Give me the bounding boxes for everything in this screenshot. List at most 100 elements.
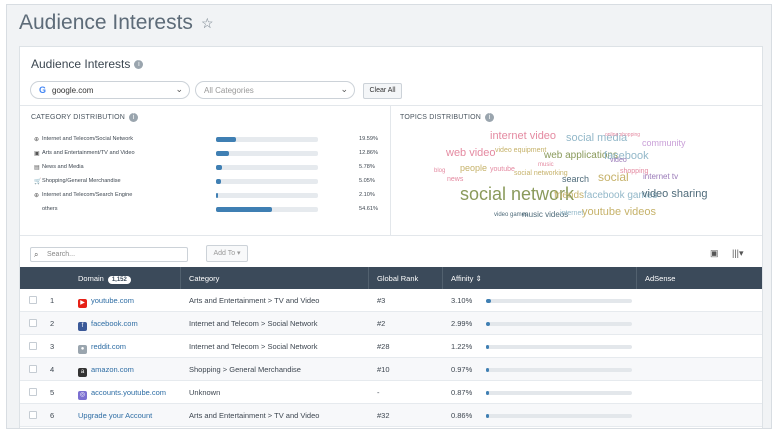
topic-word[interactable]: online shopping	[605, 132, 640, 138]
cart-icon: 🛒	[34, 178, 42, 185]
card-title: Audience Interests i	[31, 57, 144, 71]
page-title-text: Audience Interests	[19, 11, 193, 34]
topic-word[interactable]: video equipment	[495, 147, 546, 154]
topic-word[interactable]: social networking	[514, 170, 568, 177]
topic-word[interactable]: video sharing	[642, 188, 707, 200]
topic-word[interactable]: video	[610, 157, 627, 164]
category-bar-fill	[216, 164, 223, 170]
category-row[interactable]: ▤ News and Media 5.78%	[34, 162, 375, 172]
category-bar-fill	[216, 150, 230, 156]
globe-icon: ⊕	[34, 192, 40, 199]
star-icon[interactable]: ☆	[201, 15, 214, 32]
audience-interests-card: Audience Interests i G google.com ⌄ All …	[19, 46, 763, 428]
category-row[interactable]: others 54.61%	[34, 204, 378, 214]
column-header-affinity[interactable]: Affinity ⇕	[451, 274, 482, 283]
row-checkbox[interactable]	[29, 365, 37, 373]
category-row[interactable]: ▣ Arts and Entertainment/TV and Video 12.8…	[34, 148, 378, 158]
category-cell: Internet and Telecom > Social Network	[189, 319, 318, 328]
search-placeholder: Search...	[47, 251, 76, 258]
table-row[interactable]: 4 a amazon.com Shopping > General Merchandi…	[20, 358, 762, 381]
columns-icon[interactable]: |||▾	[732, 248, 744, 259]
row-checkbox[interactable]	[29, 319, 37, 327]
rank-cell: -	[377, 388, 380, 397]
search-icon: ⌕	[34, 250, 39, 259]
category-select[interactable]: All Categories ⌄	[195, 81, 355, 99]
column-header-rank[interactable]: Global Rank	[377, 274, 418, 283]
domain-cell[interactable]: ● reddit.com	[78, 342, 126, 354]
category-bar	[216, 192, 318, 198]
news-icon: ▤	[34, 164, 40, 171]
table-row[interactable]: 5 ◎ accounts.youtube.com Unknown - 0.87%	[20, 381, 762, 404]
column-header-adsense[interactable]: AdSense	[645, 274, 675, 283]
column-header-domain[interactable]: Domain 1,152	[78, 274, 131, 284]
column-header-domain-label: Domain	[78, 274, 104, 283]
info-icon[interactable]: i	[134, 59, 144, 69]
category-row[interactable]: ⊕ Internet and Telecom/Search Engine 2.10%	[34, 190, 375, 200]
topic-word[interactable]: music	[538, 162, 554, 168]
topic-word[interactable]: people	[460, 163, 487, 173]
topic-word[interactable]: internet	[560, 210, 583, 217]
info-icon[interactable]: i	[485, 113, 495, 122]
affinity-bar	[486, 299, 632, 303]
category-value: 54.61%	[359, 206, 378, 212]
topics-distribution-title-text: TOPICS DISTRIBUTION	[400, 114, 482, 121]
column-header-category[interactable]: Category	[189, 274, 219, 283]
rank-cell: #2	[377, 319, 386, 328]
domain-link[interactable]: youtube.com	[91, 296, 134, 305]
row-checkbox[interactable]	[29, 411, 37, 419]
rank-cell: #3	[377, 296, 386, 305]
topic-word[interactable]: web video	[446, 147, 496, 159]
domain-cell[interactable]: f facebook.com	[78, 319, 138, 331]
row-number: 2	[50, 319, 55, 328]
domain-cell[interactable]: a amazon.com	[78, 365, 134, 377]
topic-word[interactable]: youtube	[490, 166, 515, 173]
table-row[interactable]: 6 Upgrade your Account Arts and Entertainm…	[20, 404, 762, 427]
add-to-button[interactable]: Add To ▾	[206, 245, 248, 262]
row-checkbox[interactable]	[29, 342, 37, 350]
domain-link[interactable]: Upgrade your Account	[78, 411, 152, 420]
rank-cell: #32	[377, 411, 390, 420]
category-bar	[216, 150, 318, 156]
topic-word[interactable]: search	[562, 174, 589, 184]
topic-word[interactable]: community	[642, 138, 686, 148]
row-number: 4	[50, 365, 55, 374]
domain-cell[interactable]: ▶ youtube.com	[78, 296, 134, 308]
row-checkbox[interactable]	[29, 296, 37, 304]
category-row[interactable]: ⊕ Internet and Telecom/Social Network 19.5…	[34, 134, 378, 144]
search-input[interactable]: ⌕ Search...	[30, 247, 188, 262]
topic-word[interactable]: internet tv	[643, 172, 678, 181]
clear-all-button[interactable]: Clear All	[363, 83, 402, 99]
export-icon[interactable]: ▣	[710, 248, 719, 259]
domain-link[interactable]: amazon.com	[91, 365, 134, 374]
domain-cell[interactable]: ◎ accounts.youtube.com	[78, 388, 166, 400]
domain-select[interactable]: G google.com ⌄	[30, 81, 190, 99]
table-row[interactable]: 1 ▶ youtube.com Arts and Entertainment > TV…	[20, 289, 762, 312]
topic-word[interactable]: youtube videos	[582, 206, 656, 218]
affinity-bar-fill	[486, 345, 489, 349]
category-label: others	[42, 206, 58, 212]
affinity-cell: 0.86%	[451, 411, 473, 420]
topic-word[interactable]: friends	[554, 190, 584, 201]
topics-distribution-title: TOPICS DISTRIBUTION i	[400, 113, 495, 122]
category-bar-fill	[216, 178, 222, 184]
domain-cell[interactable]: Upgrade your Account	[78, 411, 152, 420]
category-row[interactable]: 🛒 Shopping/General Merchandise 5.05%	[34, 176, 375, 186]
category-value: 2.10%	[359, 192, 375, 198]
table-row[interactable]: 3 ● reddit.com Internet and Telecom > Socia…	[20, 335, 762, 358]
domain-link[interactable]: facebook.com	[91, 319, 138, 328]
domain-link[interactable]: reddit.com	[91, 342, 126, 351]
domain-link[interactable]: accounts.youtube.com	[91, 388, 166, 397]
table-row[interactable]: 2 f facebook.com Internet and Telecom > Soc…	[20, 312, 762, 335]
globe-icon: ⊕	[34, 136, 40, 143]
chevron-down-icon: ⌄	[175, 84, 183, 94]
topic-word[interactable]: news	[447, 176, 463, 183]
divider	[20, 105, 762, 106]
topic-word[interactable]: blog	[434, 168, 445, 174]
affinity-bar-fill	[486, 322, 491, 326]
divider	[180, 267, 181, 289]
category-cell: Internet and Telecom > Social Network	[189, 342, 318, 351]
row-checkbox[interactable]	[29, 388, 37, 396]
topic-word[interactable]: internet video	[490, 130, 556, 142]
info-icon[interactable]: i	[129, 113, 139, 122]
divider	[368, 267, 369, 289]
